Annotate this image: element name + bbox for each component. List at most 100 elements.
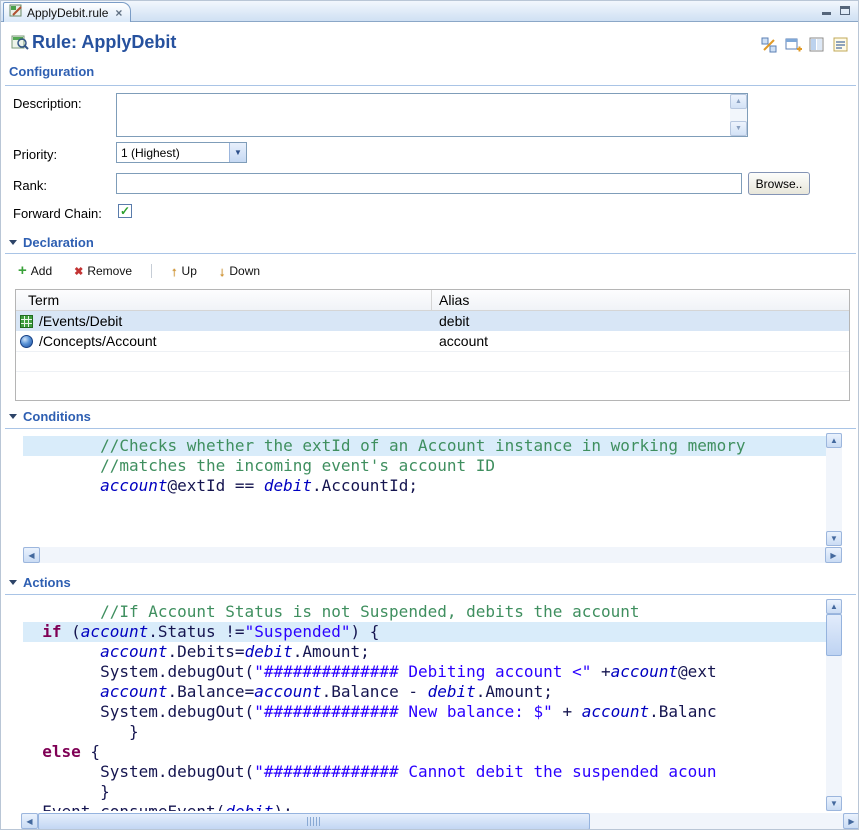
rule-icon [11,33,29,56]
code-line[interactable]: System.debugOut("############## Debiting… [23,662,826,682]
forward-chain-label: Forward Chain: [13,206,102,221]
forward-chain-checkbox[interactable] [118,204,132,218]
collapse-triangle-icon[interactable] [9,414,17,419]
scrollbar-thumb[interactable] [826,614,842,656]
scroll-down-icon[interactable]: ▼ [826,796,842,811]
actions-code[interactable]: //If Account Status is not Suspended, de… [23,599,826,811]
code-line[interactable]: //matches the incoming event's account I… [23,456,826,476]
section-title-actions: Actions [23,575,71,590]
editor-header: Rule: ApplyDebit [1,22,858,66]
declaration-table-body: /Events/Debitdebit/Concepts/Account accou… [16,311,849,391]
collapse-triangle-icon[interactable] [9,580,17,585]
table-row-empty[interactable] [16,371,849,391]
priority-value: 1 (Highest) [117,146,229,160]
browse-button[interactable]: Browse.. [748,172,810,195]
code-line[interactable]: account@extId == debit.AccountId; [23,476,826,496]
up-icon: ↑ [171,264,178,279]
section-conditions: Conditions [9,409,91,424]
code-line[interactable]: } [23,722,826,742]
section-separator [5,594,856,595]
up-label: Up [182,264,197,278]
section-declaration: Declaration [9,235,94,250]
editor-horizontal-scrollbar[interactable]: ◀ ▶ [21,813,859,830]
scroll-up-icon[interactable]: ▲ [826,599,842,614]
rank-input[interactable] [116,173,742,194]
scrollbar-track[interactable] [826,614,842,796]
scroll-right-icon[interactable]: ▶ [843,813,859,829]
term-text: /Events/Debit [39,313,122,329]
tab-applydebit-rule[interactable]: ApplyDebit.rule × [3,2,131,22]
scroll-down-icon[interactable]: ▼ [730,121,747,136]
maximize-icon[interactable] [840,3,850,15]
rule-file-icon [9,3,23,22]
section-title-declaration: Declaration [23,235,94,250]
minimize-icon[interactable] [822,3,831,15]
description-scrollbar[interactable]: ▲ ▼ [730,94,747,136]
scroll-down-icon[interactable]: ▼ [826,531,842,546]
outline-view-icon[interactable] [832,36,850,54]
conditions-horizontal-scrollbar[interactable]: ◀ ▶ [23,547,842,563]
table-row[interactable]: /Events/Debitdebit [16,311,849,331]
section-configuration: Configuration [9,64,94,79]
term-text: /Concepts/Account [39,333,157,349]
add-button[interactable]: + Add [15,262,55,280]
scroll-up-icon[interactable]: ▲ [826,433,842,448]
up-button[interactable]: ↑ Up [168,262,200,281]
section-separator [5,253,856,254]
remove-label: Remove [87,264,132,278]
scroll-left-icon[interactable]: ◀ [21,813,38,829]
code-line[interactable]: if (account.Status !="Suspended") { [23,622,826,642]
code-line[interactable]: //Checks whether the extId of an Account… [23,436,826,456]
conditions-code[interactable]: //Checks whether the extId of an Account… [23,433,826,546]
scrollbar-track[interactable] [826,448,842,531]
close-icon[interactable]: × [115,6,122,20]
scroll-left-icon[interactable]: ◀ [23,547,40,563]
add-icon: + [18,265,27,277]
description-input[interactable]: ▲ ▼ [116,93,748,137]
code-line[interactable]: account.Debits=debit.Amount; [23,642,826,662]
editor-tab-bar: ApplyDebit.rule × [1,1,858,22]
section-title-configuration: Configuration [9,64,94,79]
toolbar-separator [151,264,152,278]
scrollbar-track[interactable] [730,109,747,121]
chevron-down-icon[interactable]: ▼ [229,143,246,162]
declaration-toolbar: + Add ✖ Remove ↑ Up ↓ Down [15,260,263,282]
scrollbar-track[interactable] [38,813,843,830]
scrollbar-thumb[interactable] [38,813,590,830]
description-label: Description: [13,96,82,111]
alias-text: account [439,333,488,349]
collapse-triangle-icon[interactable] [9,240,17,245]
table-view-icon[interactable] [808,36,826,54]
actions-vertical-scrollbar[interactable]: ▲ ▼ [826,599,842,811]
scrollbar-track[interactable] [40,547,825,563]
conditions-vertical-scrollbar[interactable]: ▲ ▼ [826,433,842,546]
declaration-table: Term Alias /Events/Debitdebit/Concepts/A… [15,289,850,401]
scroll-right-icon[interactable]: ▶ [825,547,842,563]
code-line[interactable]: System.debugOut("############## Cannot d… [23,762,826,782]
new-window-icon[interactable] [784,36,802,54]
link-with-editor-icon[interactable] [760,36,778,54]
code-line[interactable]: Event.consumeEvent(debit); [23,802,826,811]
declaration-table-header: Term Alias [16,290,849,311]
code-line[interactable]: account.Balance=account.Balance - debit.… [23,682,826,702]
scroll-up-icon[interactable]: ▲ [730,94,747,109]
remove-button[interactable]: ✖ Remove [71,262,135,280]
section-title-conditions: Conditions [23,409,91,424]
code-line[interactable]: } [23,782,826,802]
column-header-term[interactable]: Term [16,290,432,310]
down-button[interactable]: ↓ Down [216,262,263,281]
column-header-alias[interactable]: Alias [432,292,849,308]
code-line[interactable]: else { [23,742,826,762]
concept-icon [20,335,33,348]
event-icon [20,315,33,328]
section-actions: Actions [9,575,71,590]
rank-label: Rank: [13,178,47,193]
priority-select[interactable]: 1 (Highest) ▼ [116,142,247,163]
table-row[interactable]: /Concepts/Account account [16,331,849,351]
down-icon: ↓ [219,264,226,279]
code-line[interactable]: //If Account Status is not Suspended, de… [23,602,826,622]
code-line[interactable]: System.debugOut("############## New bala… [23,702,826,722]
table-row-empty[interactable] [16,351,849,371]
section-separator [5,85,856,86]
header-toolbar [760,36,850,54]
